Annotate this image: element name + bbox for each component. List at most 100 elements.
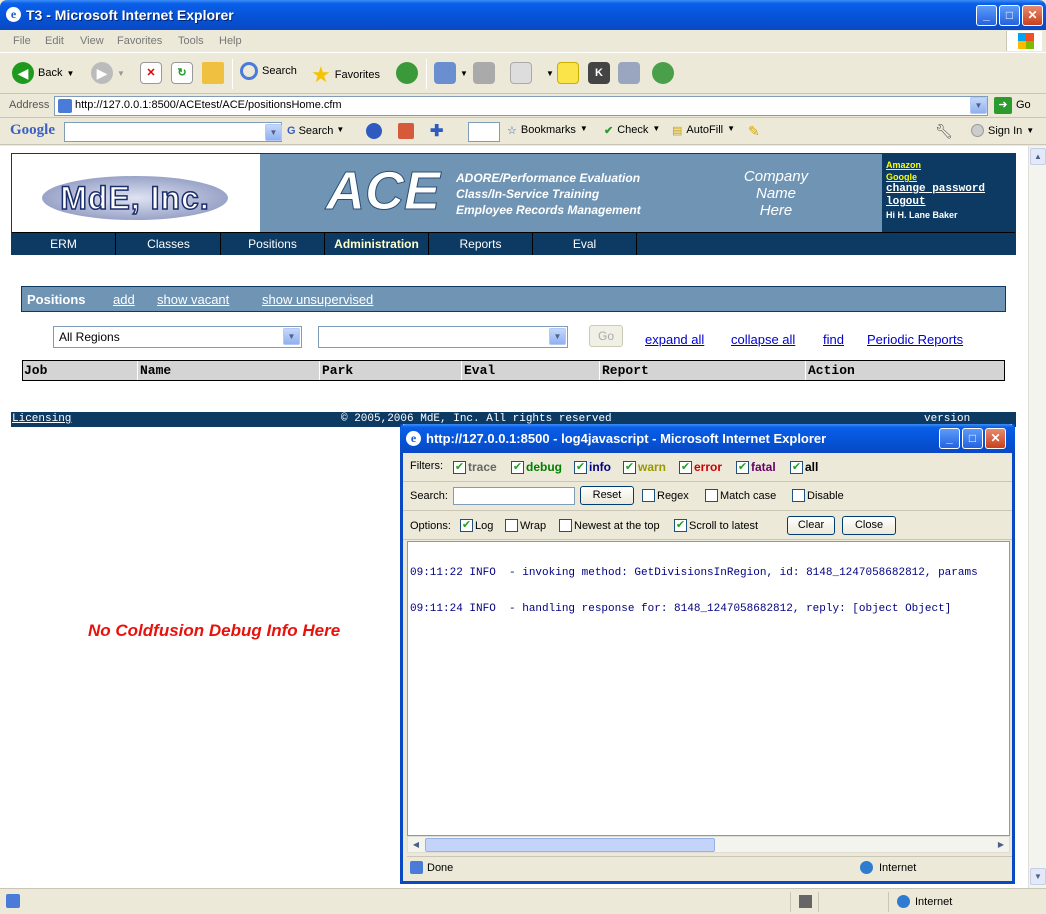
col-action[interactable]: Action <box>807 361 1004 380</box>
google-search-input[interactable] <box>64 122 282 142</box>
checkbox-icon[interactable] <box>559 519 572 532</box>
back-dropdown-icon[interactable]: ▼ <box>66 69 74 78</box>
print-button[interactable] <box>473 62 495 84</box>
amazon-link[interactable]: Amazon <box>886 159 1011 171</box>
collapse-all-link[interactable]: collapse all <box>731 332 795 347</box>
scroll-up-icon[interactable]: ▲ <box>1030 148 1046 165</box>
sign-in-button[interactable]: Sign In ▼ <box>971 124 1034 137</box>
menu-file[interactable]: File <box>13 35 31 47</box>
col-eval[interactable]: Eval <box>463 361 600 380</box>
google-search-dropdown-icon[interactable]: ▼ <box>265 124 282 141</box>
menu-tools[interactable]: Tools <box>178 35 204 47</box>
region-dropdown-icon[interactable]: ▼ <box>283 328 300 345</box>
popup-close-button[interactable]: ✕ <box>985 428 1006 449</box>
stop-button[interactable]: ✕ <box>140 62 162 84</box>
filter-info[interactable]: ✔ info <box>574 460 611 474</box>
licensing-link[interactable]: Licensing <box>12 413 71 425</box>
checkbox-icon[interactable]: ✔ <box>674 519 687 532</box>
log-horizontal-scrollbar[interactable]: ◀ ▶ <box>407 836 1010 853</box>
filter-trace[interactable]: ✔ trace <box>453 460 497 474</box>
filter-all[interactable]: ✔ all <box>790 460 818 474</box>
col-report[interactable]: Report <box>601 361 806 380</box>
maximize-button[interactable]: □ <box>999 5 1020 26</box>
show-unsupervised-link[interactable]: show unsupervised <box>262 292 373 307</box>
menu-help[interactable]: Help <box>219 35 242 47</box>
page-vertical-scrollbar[interactable]: ▲ ▼ <box>1028 146 1046 888</box>
filter-warn[interactable]: ✔ warn <box>623 460 666 474</box>
research-button[interactable] <box>618 62 640 84</box>
menu-favorites[interactable]: Favorites <box>117 35 162 47</box>
checkbox-icon[interactable]: ✔ <box>736 460 749 474</box>
go-button[interactable]: Go <box>589 325 623 347</box>
history-button[interactable] <box>396 62 418 84</box>
nav-positions[interactable]: Positions <box>221 233 325 255</box>
address-input[interactable]: http://127.0.0.1:8500/ACEtest/ACE/positi… <box>54 96 988 116</box>
checkbox-icon[interactable] <box>792 489 805 502</box>
option-log[interactable]: ✔ Log <box>460 519 493 532</box>
division-dropdown-icon[interactable]: ▼ <box>549 328 566 345</box>
note-button[interactable] <box>557 62 579 84</box>
filter-debug[interactable]: ✔ debug <box>511 460 562 474</box>
change-password-link[interactable]: change password <box>886 183 1011 196</box>
minimize-button[interactable]: _ <box>976 5 997 26</box>
popup-minimize-button[interactable]: _ <box>939 428 960 449</box>
google-link[interactable]: Google <box>886 171 1011 183</box>
checkbox-icon[interactable]: ✔ <box>511 460 524 474</box>
checkbox-icon[interactable]: ✔ <box>790 460 803 474</box>
spellcheck-button[interactable]: ✔ Check ▼ <box>604 124 660 137</box>
bookmarks-button[interactable]: ☆ Bookmarks ▼ <box>507 124 588 137</box>
window-icon[interactable] <box>468 122 500 142</box>
refresh-button[interactable]: ↻ <box>171 62 193 84</box>
back-button[interactable]: ◀ Back ▼ <box>12 62 74 84</box>
address-dropdown-icon[interactable]: ▼ <box>970 97 987 114</box>
show-vacant-link[interactable]: show vacant <box>157 292 229 307</box>
nav-classes[interactable]: Classes <box>117 233 221 255</box>
filter-fatal[interactable]: ✔ fatal <box>736 460 776 474</box>
checkbox-icon[interactable] <box>705 489 718 502</box>
checkbox-icon[interactable]: ✔ <box>460 519 473 532</box>
close-log-button[interactable]: Close <box>842 516 896 535</box>
menu-view[interactable]: View <box>80 35 104 47</box>
go-label[interactable]: Go <box>1016 99 1031 111</box>
nav-erm[interactable]: ERM <box>12 233 116 255</box>
edit-button[interactable]: ▼ <box>510 62 554 84</box>
nav-reports[interactable]: Reports <box>429 233 533 255</box>
scrollbar-thumb[interactable] <box>425 838 715 852</box>
popup-maximize-button[interactable]: □ <box>962 428 983 449</box>
col-park[interactable]: Park <box>321 361 462 380</box>
nav-administration[interactable]: Administration <box>325 233 429 255</box>
settings-wrench-icon[interactable]: 🔧︎ <box>935 123 953 140</box>
division-select[interactable]: ▼ <box>318 326 568 348</box>
highlight-icon[interactable]: ✎ <box>748 123 760 140</box>
filter-error[interactable]: ✔ error <box>679 460 722 474</box>
menu-edit[interactable]: Edit <box>45 35 64 47</box>
messenger-button[interactable] <box>652 62 674 84</box>
disable-checkbox[interactable]: Disable <box>792 489 844 502</box>
go-arrow-icon[interactable]: ➜ <box>994 97 1012 114</box>
checkbox-icon[interactable] <box>642 489 655 502</box>
search-button[interactable]: Search <box>240 62 297 80</box>
log-output[interactable]: 09:11:22 INFO - invoking method: GetDivi… <box>407 541 1010 836</box>
regex-checkbox[interactable]: Regex <box>642 489 689 502</box>
mail-button[interactable]: ▼ <box>434 62 468 84</box>
forward-button[interactable]: ▶ ▼ <box>91 62 125 84</box>
match-case-checkbox[interactable]: Match case <box>705 489 776 502</box>
option-newest-at-top[interactable]: Newest at the top <box>559 519 660 532</box>
scroll-left-icon[interactable]: ◀ <box>409 838 423 852</box>
popup-blocker-icon[interactable] <box>398 123 414 139</box>
option-scroll-to-latest[interactable]: ✔ Scroll to latest <box>674 519 758 532</box>
expand-all-link[interactable]: expand all <box>645 332 704 347</box>
favorites-button[interactable]: ★ Favorites <box>311 62 380 88</box>
k-button[interactable]: K <box>588 62 610 84</box>
region-select[interactable]: All Regions ▼ <box>53 326 302 348</box>
pagerank-icon[interactable] <box>366 123 382 139</box>
checkbox-icon[interactable]: ✔ <box>574 460 587 474</box>
checkbox-icon[interactable] <box>505 519 518 532</box>
google-search-button[interactable]: G Search ▼ <box>287 125 344 137</box>
periodic-reports-link[interactable]: Periodic Reports <box>867 332 963 347</box>
find-link[interactable]: find <box>823 332 844 347</box>
col-job[interactable]: Job <box>23 361 138 380</box>
log-search-input[interactable] <box>453 487 575 505</box>
scroll-right-icon[interactable]: ▶ <box>994 838 1008 852</box>
close-button[interactable]: ✕ <box>1022 5 1043 26</box>
